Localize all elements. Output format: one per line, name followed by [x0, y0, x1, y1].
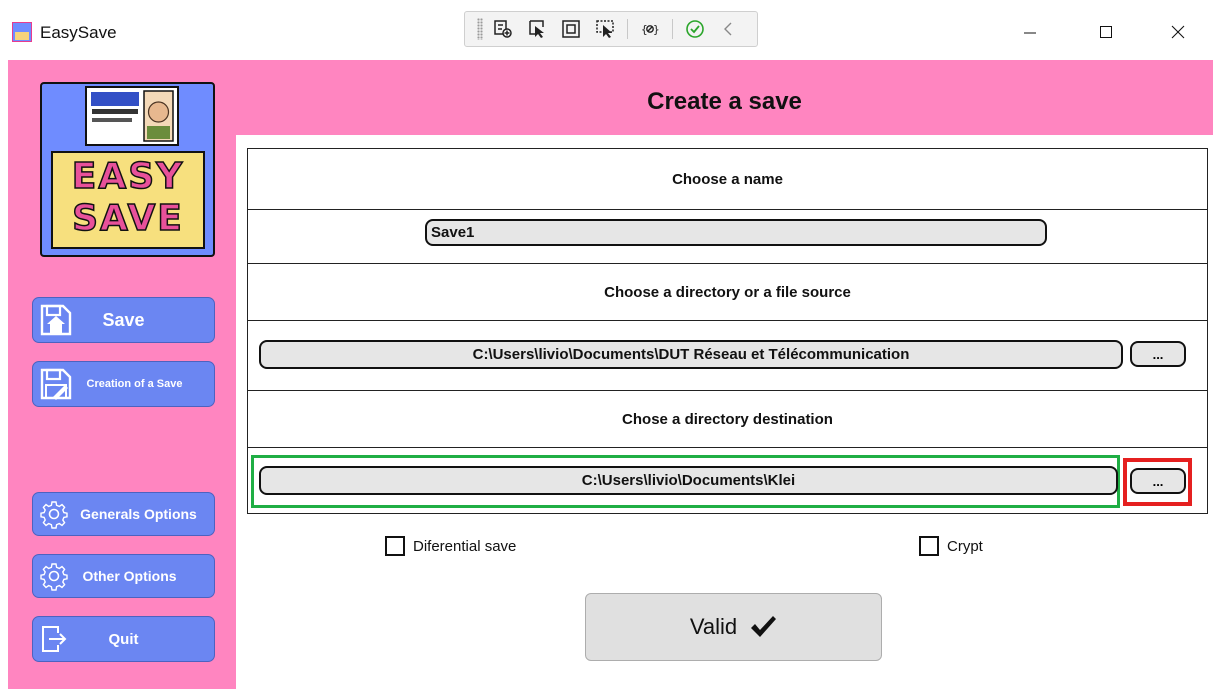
save-name-input[interactable]: Save1 — [425, 219, 1047, 246]
crypt-label: Crypt — [947, 537, 983, 555]
maximize-icon — [1100, 26, 1112, 38]
other-options-nav-button[interactable]: Other Options — [32, 554, 215, 598]
checkmark-icon — [751, 616, 777, 637]
exit-icon — [42, 626, 67, 652]
save-nav-button[interactable]: Save — [32, 297, 215, 343]
svg-text:}: } — [653, 23, 660, 36]
window-title: EasySave — [40, 23, 117, 42]
app-icon — [12, 22, 32, 42]
maximize-button[interactable] — [1083, 17, 1129, 47]
sidebar: EASY SAVE Save Creation of a Save Genera… — [8, 60, 236, 689]
differential-save-checkbox[interactable] — [385, 536, 405, 556]
gear-icon — [40, 501, 68, 529]
destination-section-label: Chose a directory destination — [622, 410, 833, 428]
name-section-label: Choose a name — [672, 170, 783, 188]
toolbar-grip[interactable] — [477, 18, 483, 40]
name-label-row: Choose a name — [248, 149, 1207, 210]
source-path-input[interactable]: C:\Users\livio\Documents\DUT Réseau et T… — [259, 340, 1123, 369]
floppy-edit-icon — [40, 368, 72, 400]
valid-button[interactable]: Valid — [585, 593, 882, 661]
differential-save-option[interactable]: Diferential save — [385, 536, 516, 556]
gear-icon — [40, 563, 68, 591]
page-title: Create a save — [647, 88, 802, 115]
generals-options-nav-button[interactable]: Generals Options — [32, 492, 215, 536]
hot-reload-ok-icon[interactable] — [681, 15, 709, 43]
toolbar-separator — [672, 19, 673, 39]
destination-browse-button[interactable]: ... — [1130, 468, 1186, 494]
track-focus-icon[interactable] — [591, 15, 619, 43]
page-header: Create a save — [236, 60, 1213, 135]
logo-text-save: SAVE — [71, 197, 184, 240]
collapse-chevron-icon[interactable] — [715, 15, 743, 43]
quit-nav-button[interactable]: Quit — [32, 616, 215, 662]
toolbar-separator — [627, 19, 628, 39]
xaml-debug-toolbar: {} — [464, 11, 758, 47]
close-button[interactable] — [1155, 17, 1201, 47]
title-bar: EasySave {} — [0, 0, 1213, 60]
crypt-option[interactable]: Crypt — [919, 536, 983, 556]
source-label-row: Choose a directory or a file source — [248, 264, 1207, 321]
live-visual-tree-icon[interactable] — [489, 15, 517, 43]
close-icon — [1171, 25, 1185, 39]
minimize-icon — [1024, 32, 1036, 34]
destination-label-row: Chose a directory destination — [248, 391, 1207, 448]
minimize-button[interactable] — [1007, 17, 1053, 47]
select-element-icon[interactable] — [523, 15, 551, 43]
display-layout-adorners-icon[interactable] — [557, 15, 585, 43]
differential-save-label: Diferential save — [413, 537, 517, 555]
source-section-label: Choose a directory or a file source — [604, 283, 851, 301]
floppy-upload-icon — [40, 304, 72, 336]
source-browse-button[interactable]: ... — [1130, 341, 1186, 367]
crypt-checkbox[interactable] — [919, 536, 939, 556]
creation-of-a-save-nav-button[interactable]: Creation of a Save — [32, 361, 215, 407]
logo-text-easy: EASY — [71, 155, 185, 198]
binding-failures-icon[interactable]: {} — [636, 15, 664, 43]
valid-button-label: Valid — [689, 614, 738, 639]
destination-path-input[interactable]: C:\Users\livio\Documents\Klei — [259, 466, 1118, 495]
